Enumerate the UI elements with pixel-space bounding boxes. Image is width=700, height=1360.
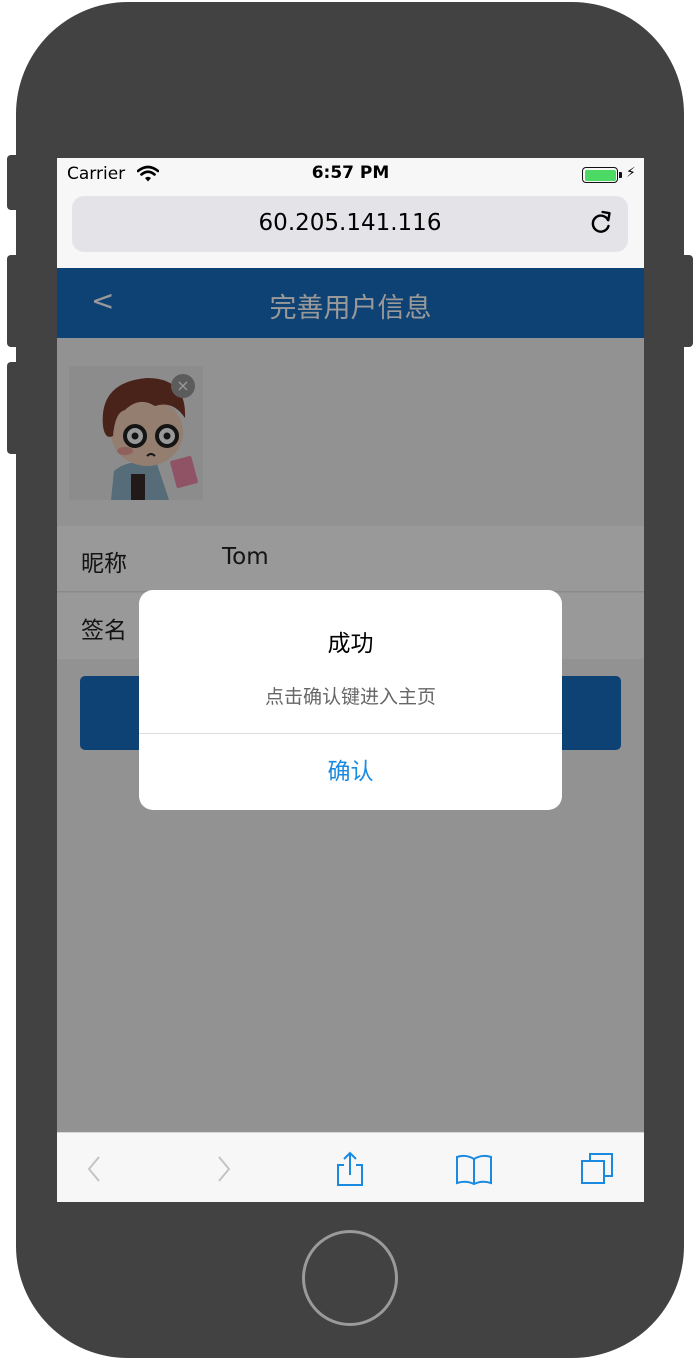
home-button[interactable] [302, 1230, 398, 1326]
bookmarks-icon[interactable] [454, 1151, 494, 1187]
back-icon[interactable] [75, 1151, 115, 1187]
status-bar: Carrier 6:57 PM ⚡ [57, 158, 644, 190]
tabs-icon[interactable] [578, 1151, 618, 1187]
url-text: 60.205.141.116 [258, 210, 442, 236]
browser-toolbar [57, 1132, 644, 1202]
battery-cap [619, 172, 622, 178]
address-bar-area: 60.205.141.116 [57, 190, 644, 268]
share-icon[interactable] [330, 1151, 370, 1187]
forward-icon[interactable] [203, 1151, 243, 1187]
address-bar[interactable]: 60.205.141.116 [72, 196, 628, 252]
alert-confirm-button[interactable]: 确认 [139, 734, 562, 810]
alert-message: 点击确认键进入主页 [264, 686, 436, 708]
success-alert: 成功 点击确认键进入主页 确认 [139, 590, 562, 810]
battery-icon [582, 167, 618, 183]
status-time: 6:57 PM [311, 163, 390, 183]
charging-bolt-icon: ⚡ [626, 165, 636, 181]
alert-title: 成功 [327, 631, 374, 657]
reload-icon[interactable] [588, 210, 614, 236]
